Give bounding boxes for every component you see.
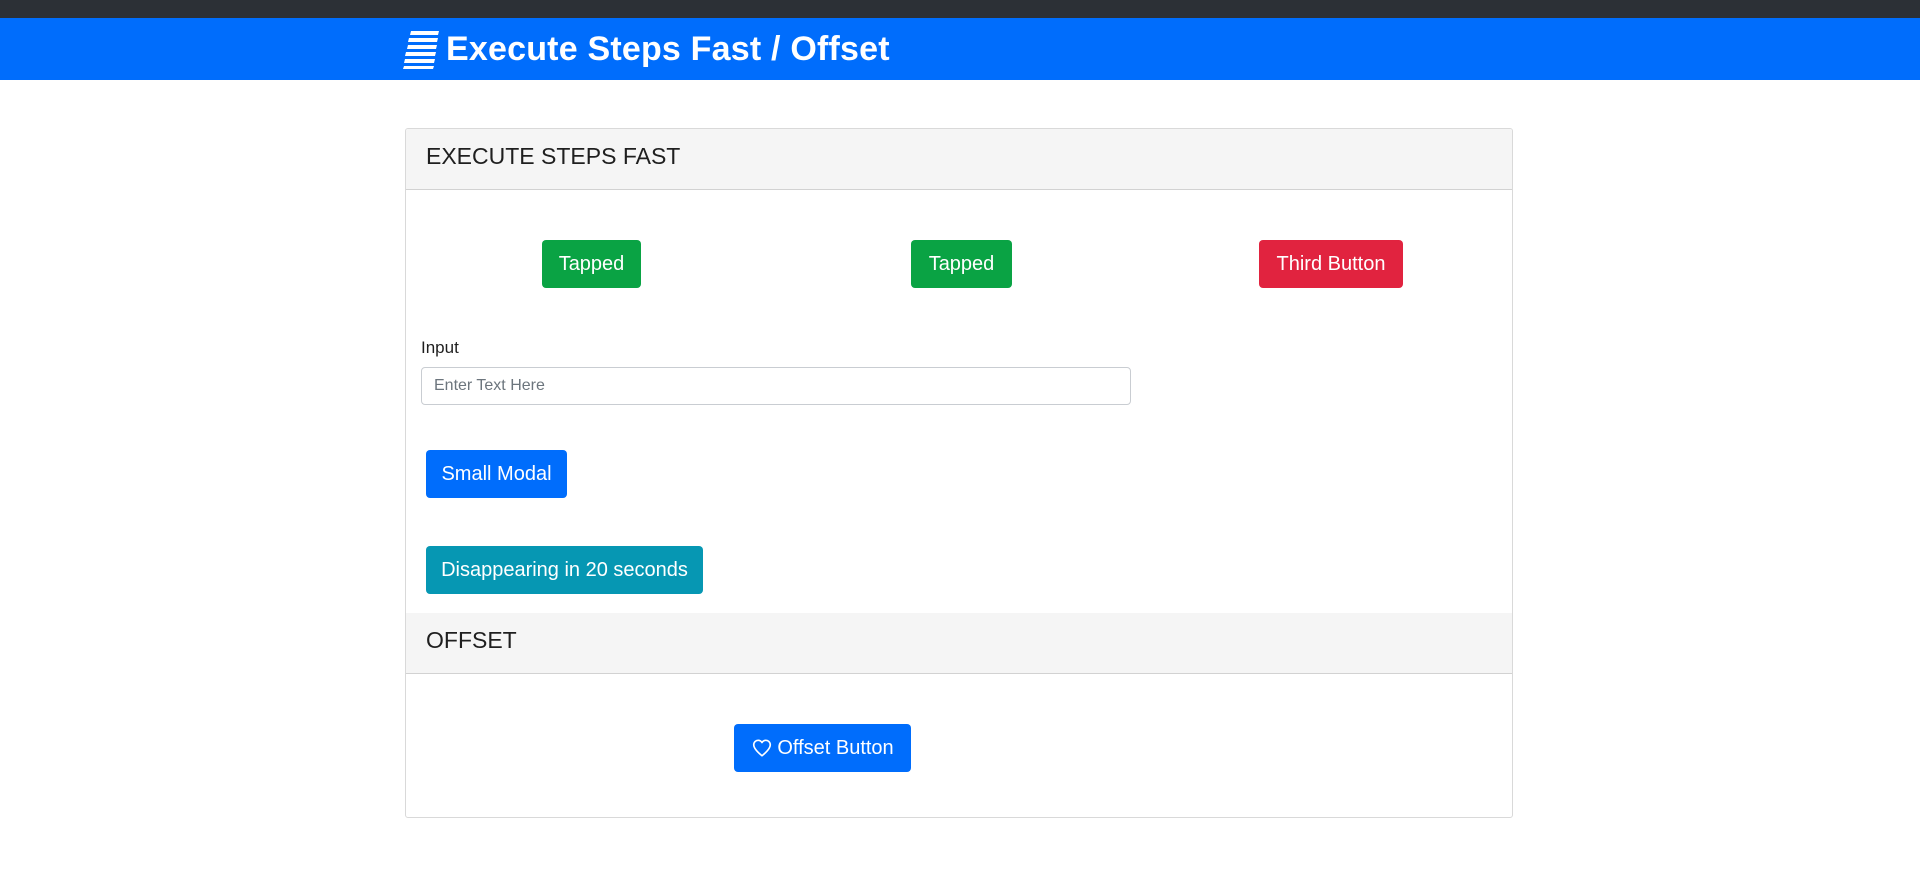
text-input[interactable] <box>421 367 1131 405</box>
third-button[interactable]: Third Button <box>1259 240 1403 288</box>
stacked-lines-logo-icon <box>403 31 439 69</box>
input-label: Input <box>421 338 459 357</box>
offset-button[interactable]: Offset Button <box>734 724 911 772</box>
offset-section-title: OFFSET <box>426 627 517 653</box>
small-modal-button[interactable]: Small Modal <box>426 450 567 498</box>
execute-section-title: EXECUTE STEPS FAST <box>426 143 681 169</box>
browser-top-strip <box>0 0 1920 18</box>
main-card: EXECUTE STEPS FAST Tapped Tapped Third B… <box>405 128 1513 818</box>
navbar: Execute Steps Fast / Offset <box>0 18 1920 80</box>
offset-button-label: Offset Button <box>777 737 894 759</box>
heart-icon <box>753 739 772 757</box>
offset-section-header: OFFSET <box>406 613 1512 674</box>
page-title: Execute Steps Fast / Offset <box>446 29 890 68</box>
disappearing-button[interactable]: Disappearing in 20 seconds <box>426 546 703 594</box>
execute-section-header: EXECUTE STEPS FAST <box>406 129 1512 190</box>
brand[interactable]: Execute Steps Fast / Offset <box>403 26 890 72</box>
first-tapped-button[interactable]: Tapped <box>542 240 641 288</box>
second-tapped-button[interactable]: Tapped <box>911 240 1012 288</box>
